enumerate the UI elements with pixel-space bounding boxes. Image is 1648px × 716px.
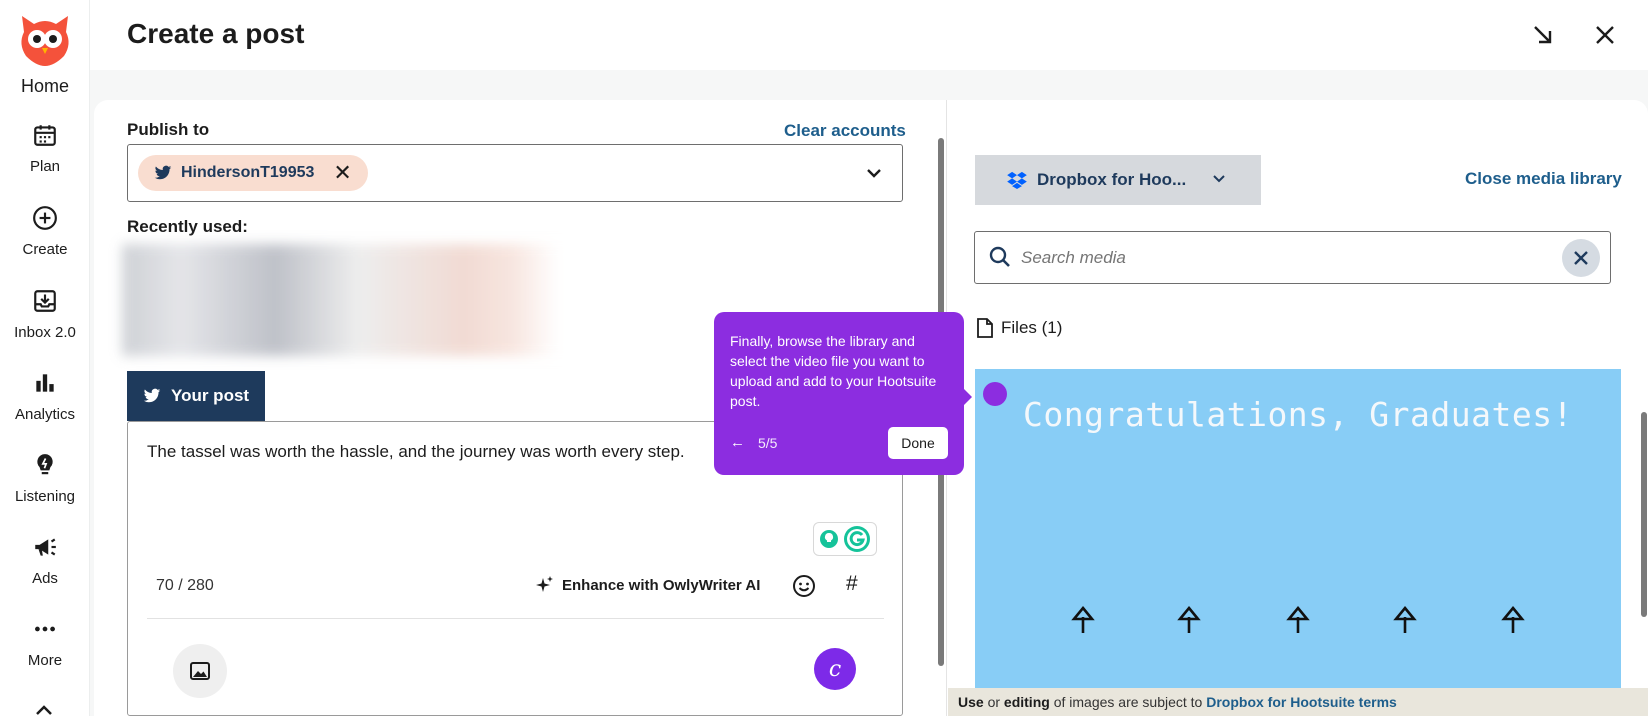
nav-ads[interactable]: Ads <box>0 534 90 587</box>
account-chip-label: HindersonT19953 <box>181 164 315 181</box>
walkthrough-tooltip: Finally, browse the library and select t… <box>714 312 964 475</box>
sparkle-icon <box>536 576 553 592</box>
nav-home[interactable]: Home <box>0 76 90 97</box>
clear-search-button[interactable] <box>1562 239 1600 277</box>
nav-create[interactable]: Create <box>0 205 90 258</box>
nav-more-label: More <box>27 652 63 669</box>
media-thumbnail[interactable]: Congratulations, Graduates! <box>975 369 1621 689</box>
close-media-library-link[interactable]: Close media library <box>1465 169 1622 189</box>
search-media-field[interactable] <box>974 231 1611 284</box>
left-nav: Home Plan Create Inbox 2.0 Analytics Lis… <box>0 0 90 716</box>
media-source-dropdown[interactable]: Dropbox for Hoo... <box>975 155 1261 205</box>
media-source-label: Dropbox for Hoo... <box>1037 170 1187 189</box>
tooltip-hotspot-dot <box>983 382 1007 406</box>
publish-to-label: Publish to <box>127 120 210 139</box>
chevron-up-icon[interactable] <box>34 704 54 716</box>
chevron-down-icon[interactable] <box>864 163 884 183</box>
canva-icon[interactable]: c <box>814 648 856 690</box>
add-media-button[interactable] <box>173 644 227 698</box>
calendar-icon <box>34 125 56 146</box>
chevron-down-icon <box>1213 175 1225 183</box>
remove-account-icon[interactable]: ✕ <box>333 160 351 186</box>
files-heading: Files (1) <box>977 318 1062 338</box>
grammarly-icon <box>844 526 870 552</box>
tooltip-text: Finally, browse the library and select t… <box>730 333 937 409</box>
nav-plan[interactable]: Plan <box>0 122 90 175</box>
composer-header: Create a post <box>90 0 1648 70</box>
enhance-label: Enhance with OwlyWriter AI <box>562 576 761 594</box>
divider <box>147 618 884 619</box>
nav-inbox-label: Inbox 2.0 <box>14 324 76 341</box>
arrow-up-icon <box>1286 605 1310 633</box>
nav-plan-label: Plan <box>29 158 61 175</box>
plus-circle-icon <box>33 206 57 230</box>
account-selector[interactable]: HindersonT19953 ✕ <box>127 144 903 202</box>
arrow-up-icon <box>1393 605 1417 633</box>
media-caption: Congratulations, Graduates! <box>1023 395 1573 434</box>
inbox-icon <box>34 290 56 312</box>
dropbox-terms-link[interactable]: Dropbox for Hootsuite terms <box>1206 694 1397 710</box>
page-title: Create a post <box>127 18 305 49</box>
nav-analytics-label: Analytics <box>14 406 76 423</box>
tooltip-done-button[interactable]: Done <box>888 427 948 459</box>
emoji-icon[interactable] <box>792 574 816 598</box>
account-chip[interactable]: HindersonT19953 ✕ <box>138 155 368 191</box>
nav-analytics[interactable]: Analytics <box>0 370 90 423</box>
media-scrollbar[interactable] <box>1641 412 1647 617</box>
search-media-input[interactable] <box>1021 244 1541 272</box>
search-icon <box>989 246 1010 267</box>
tab-your-post[interactable]: Your post <box>127 371 265 421</box>
terms-footer: Use or editing of images are subject to … <box>948 688 1648 716</box>
nav-ads-label: Ads <box>32 570 58 587</box>
terms-editing: editing <box>1003 694 1050 710</box>
clear-accounts-link[interactable]: Clear accounts <box>784 121 906 141</box>
arrow-up-icon <box>1177 605 1201 633</box>
nav-listening[interactable]: Listening <box>0 452 90 505</box>
close-icon <box>1574 251 1588 265</box>
nav-inbox[interactable]: Inbox 2.0 <box>0 288 90 341</box>
lightbulb-icon <box>37 454 53 475</box>
terms-use: Use <box>958 694 984 710</box>
close-icon[interactable] <box>1590 20 1620 50</box>
recently-used-label: Recently used: <box>127 217 248 236</box>
dropbox-icon <box>1007 171 1027 189</box>
arrow-up-icon <box>1501 605 1525 633</box>
minimize-icon[interactable] <box>1528 20 1558 50</box>
more-dots-icon <box>35 626 55 632</box>
recently-used-accounts-blurred <box>122 244 712 356</box>
tooltip-back-button[interactable]: ← <box>730 434 745 451</box>
hashtag-icon[interactable]: # <box>846 572 858 596</box>
terms-rest: of images are subject to <box>1049 694 1207 710</box>
arrow-up-icon <box>1071 605 1095 633</box>
enhance-owlywriter-button[interactable]: Enhance with OwlyWriter AI <box>536 576 760 594</box>
twitter-bird-icon <box>154 165 172 180</box>
megaphone-icon <box>35 538 56 556</box>
nav-more[interactable]: More <box>0 616 90 669</box>
char-counter: 70 / 280 <box>156 577 214 594</box>
files-label: Files (1) <box>1001 318 1063 337</box>
nav-listening-label: Listening <box>14 488 76 505</box>
suggestion-bulb-icon <box>820 530 838 548</box>
post-text-input[interactable]: The tassel was worth the hassle, and the… <box>147 442 685 462</box>
grammarly-widget[interactable] <box>813 522 877 556</box>
file-icon <box>977 318 993 338</box>
nav-create-label: Create <box>22 241 68 258</box>
nav-home-label: Home <box>20 76 69 96</box>
image-icon <box>190 662 210 680</box>
tooltip-pointer <box>960 385 972 409</box>
tab-your-post-label: Your post <box>171 386 250 405</box>
hootsuite-owl-logo[interactable] <box>16 12 74 66</box>
terms-or: or <box>983 694 1004 710</box>
twitter-bird-icon <box>143 388 161 403</box>
bar-chart-icon <box>36 374 54 392</box>
tooltip-step-counter: 5/5 <box>758 435 778 451</box>
